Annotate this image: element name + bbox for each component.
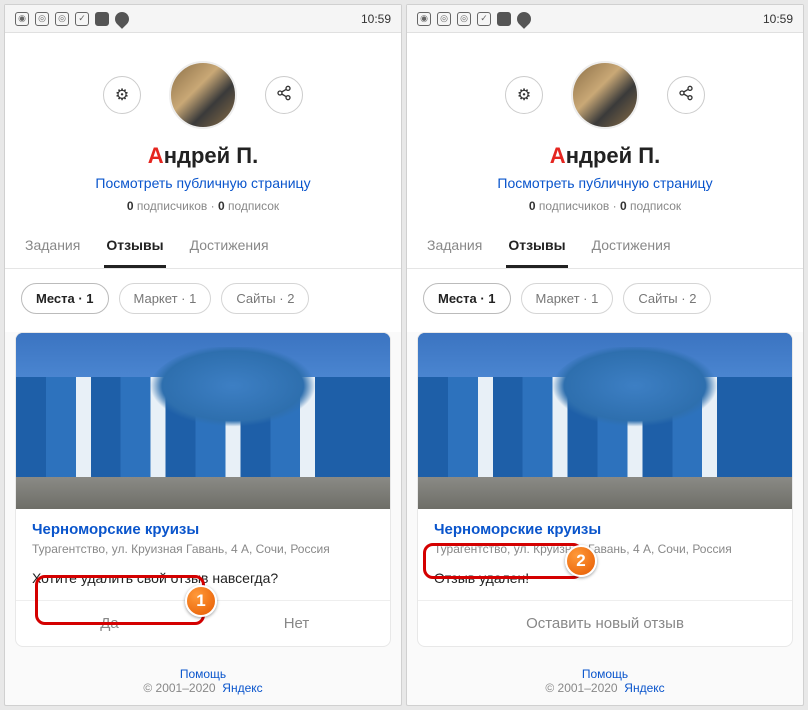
chip-places[interactable]: Места · 1 <box>423 283 511 314</box>
drop-icon <box>112 9 132 29</box>
status-time: 10:59 <box>361 12 391 26</box>
profile-header: ⚙ Андрей П. Посмотреть публичную страниц… <box>5 33 401 225</box>
phone-screen-right: ◉ ◎ ◎ ✓ 10:59 ⚙ Андрей П. Посмотреть пуб… <box>406 4 804 706</box>
status-icons-left: ◉ ◎ ◎ ✓ <box>417 12 531 26</box>
profile-tabs: Задания Отзывы Достижения <box>5 225 401 269</box>
delete-confirm-prompt: Хотите удалить свой отзыв навсегда? <box>32 570 374 586</box>
settings-button[interactable]: ⚙ <box>103 76 141 114</box>
footer: Помощь © 2001–2020 Яндекс <box>5 647 401 705</box>
gear-icon: ⚙ <box>517 85 531 105</box>
place-address: Турагентство, ул. Круизная Гавань, 4 А, … <box>434 542 776 556</box>
profile-tabs: Задания Отзывы Достижения <box>407 225 803 269</box>
filter-chips: Места · 1 Маркет · 1 Сайты · 2 <box>407 269 803 332</box>
filter-chips: Места · 1 Маркет · 1 Сайты · 2 <box>5 269 401 332</box>
review-card: Черноморские круизы Турагентство, ул. Кр… <box>417 332 793 647</box>
place-address: Турагентство, ул. Круизная Гавань, 4 А, … <box>32 542 374 556</box>
public-page-link[interactable]: Посмотреть публичную страницу <box>95 175 310 191</box>
help-link[interactable]: Помощь <box>180 667 226 681</box>
tab-tasks[interactable]: Задания <box>425 225 484 268</box>
share-icon <box>276 85 292 106</box>
shield-icon: ✓ <box>477 12 491 26</box>
chip-places[interactable]: Места · 1 <box>21 283 109 314</box>
help-link[interactable]: Помощь <box>582 667 628 681</box>
location-icon: ◉ <box>417 12 431 26</box>
status-time: 10:59 <box>763 12 793 26</box>
settings-button[interactable]: ⚙ <box>505 76 543 114</box>
app-icon-1: ◎ <box>437 12 451 26</box>
place-title[interactable]: Черноморские круизы <box>434 521 776 538</box>
app-icon-2: ◎ <box>457 12 471 26</box>
app-icon-3 <box>95 12 109 26</box>
place-photo <box>418 333 792 509</box>
share-button[interactable] <box>265 76 303 114</box>
username: Андрей П. <box>550 143 660 169</box>
place-title[interactable]: Черноморские круизы <box>32 521 374 538</box>
status-bar: ◉ ◎ ◎ ✓ 10:59 <box>407 5 803 33</box>
share-icon <box>678 85 694 106</box>
avatar[interactable] <box>571 61 639 129</box>
follower-stats: 0 подписчиков · 0 подписок <box>529 199 681 213</box>
post-delete-actions: Оставить новый отзыв <box>418 600 792 646</box>
phone-screen-left: ◉ ◎ ◎ ✓ 10:59 ⚙ Андрей П. Посмотреть пуб… <box>4 4 402 706</box>
chip-sites[interactable]: Сайты · 2 <box>623 283 711 314</box>
follower-stats: 0 подписчиков · 0 подписок <box>127 199 279 213</box>
confirm-yes-button[interactable]: Да <box>16 601 203 646</box>
review-deleted-message: Отзыв удален! <box>434 570 529 586</box>
shield-icon: ✓ <box>75 12 89 26</box>
place-photo <box>16 333 390 509</box>
annotation-badge-2: 2 <box>565 545 597 577</box>
tab-tasks[interactable]: Задания <box>23 225 82 268</box>
share-button[interactable] <box>667 76 705 114</box>
public-page-link[interactable]: Посмотреть публичную страницу <box>497 175 712 191</box>
chip-sites[interactable]: Сайты · 2 <box>221 283 309 314</box>
app-icon-3 <box>497 12 511 26</box>
chip-market[interactable]: Маркет · 1 <box>119 283 212 314</box>
app-icon-1: ◎ <box>35 12 49 26</box>
username: Андрей П. <box>148 143 258 169</box>
tab-reviews[interactable]: Отзывы <box>104 225 165 268</box>
profile-header: ⚙ Андрей П. Посмотреть публичную страниц… <box>407 33 803 225</box>
gear-icon: ⚙ <box>115 85 129 105</box>
confirm-no-button[interactable]: Нет <box>203 601 390 646</box>
annotation-badge-1: 1 <box>185 585 217 617</box>
brand-link[interactable]: Яндекс <box>222 681 262 695</box>
tab-reviews[interactable]: Отзывы <box>506 225 567 268</box>
tab-achievements[interactable]: Достижения <box>188 225 271 268</box>
chip-market[interactable]: Маркет · 1 <box>521 283 614 314</box>
new-review-button[interactable]: Оставить новый отзыв <box>418 601 792 646</box>
avatar[interactable] <box>169 61 237 129</box>
app-icon-2: ◎ <box>55 12 69 26</box>
status-bar: ◉ ◎ ◎ ✓ 10:59 <box>5 5 401 33</box>
location-icon: ◉ <box>15 12 29 26</box>
drop-icon <box>514 9 534 29</box>
status-icons-left: ◉ ◎ ◎ ✓ <box>15 12 129 26</box>
footer: Помощь © 2001–2020 Яндекс <box>407 647 803 705</box>
tab-achievements[interactable]: Достижения <box>590 225 673 268</box>
brand-link[interactable]: Яндекс <box>624 681 664 695</box>
